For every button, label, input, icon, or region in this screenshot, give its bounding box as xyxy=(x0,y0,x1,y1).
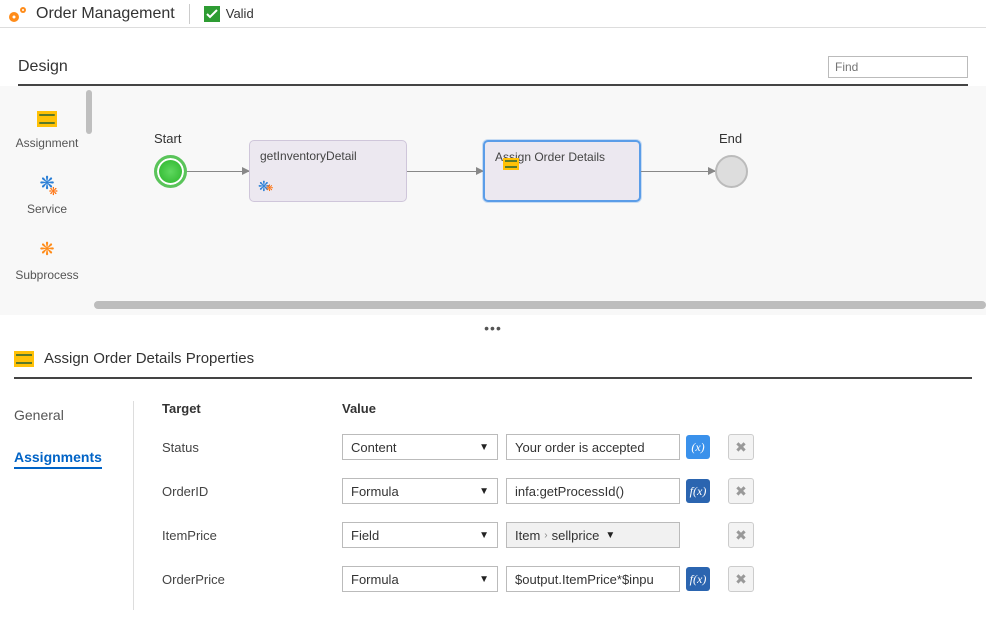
col-value-header: Value xyxy=(342,401,986,416)
palette-subprocess[interactable]: ❋ Subprocess xyxy=(0,240,94,282)
close-icon: ✖ xyxy=(735,528,747,542)
service-icon: ❋❋ xyxy=(258,178,273,195)
type-select[interactable]: Formula ▼ xyxy=(342,566,498,592)
target-name: OrderID xyxy=(162,484,342,499)
start-node[interactable]: Start xyxy=(154,155,187,188)
canvas-area: Assignment ❋ ❋ Service ❋ Subprocess Star… xyxy=(0,86,986,316)
tab-general[interactable]: General xyxy=(14,401,133,443)
assignment-row: Status Content ▼ Your order is accepted … xyxy=(162,434,986,460)
assignment-row: OrderID Formula ▼ infa:getProcessId() f(… xyxy=(162,478,986,504)
close-icon: ✖ xyxy=(735,440,747,454)
target-name: ItemPrice xyxy=(162,528,342,543)
target-name: Status xyxy=(162,440,342,455)
close-icon: ✖ xyxy=(735,572,747,586)
delete-button[interactable]: ✖ xyxy=(728,522,754,548)
delete-button[interactable]: ✖ xyxy=(728,478,754,504)
assignments-form: Target Value Status Content ▼ Your order… xyxy=(134,401,986,610)
delete-button[interactable]: ✖ xyxy=(728,434,754,460)
arrow-icon xyxy=(407,171,483,172)
formula-button[interactable]: f(x) xyxy=(686,567,710,591)
check-icon xyxy=(204,6,220,22)
assignment-row: ItemPrice Field ▼ Item › sellprice ▼ ✖ xyxy=(162,522,986,548)
arrow-icon xyxy=(641,171,715,172)
value-input[interactable]: infa:getProcessId() xyxy=(506,478,680,504)
resize-handle[interactable]: ••• xyxy=(0,316,986,342)
find-input[interactable] xyxy=(828,56,968,78)
chevron-down-icon: ▼ xyxy=(479,530,489,541)
properties-body: General Assignments Target Value Status … xyxy=(0,379,986,620)
arrow-icon xyxy=(187,171,249,172)
canvas-scrollbar[interactable] xyxy=(94,301,986,309)
gear-small-icon: ❋ xyxy=(49,185,58,198)
chevron-down-icon: ▼ xyxy=(605,530,615,541)
app-header: Order Management Valid xyxy=(0,0,986,28)
close-icon: ✖ xyxy=(735,484,747,498)
properties-title: Assign Order Details Properties xyxy=(44,350,254,367)
expression-button[interactable]: (x) xyxy=(686,435,710,459)
start-circle-icon xyxy=(154,155,187,188)
page-icon xyxy=(8,5,30,23)
chevron-right-icon: › xyxy=(544,530,547,541)
step-get-inventory[interactable]: getInventoryDetail ❋❋ xyxy=(249,140,407,202)
palette-scrollbar[interactable] xyxy=(86,90,92,134)
palette-service[interactable]: ❋ ❋ Service xyxy=(0,174,94,216)
value-input[interactable]: $output.ItemPrice*$inpu xyxy=(506,566,680,592)
subprocess-icon: ❋ xyxy=(39,239,54,259)
target-name: OrderPrice xyxy=(162,572,342,587)
tab-assignments[interactable]: Assignments xyxy=(14,443,102,469)
properties-header: Assign Order Details Properties xyxy=(0,342,986,371)
field-picker[interactable]: Item › sellprice ▼ xyxy=(506,522,680,548)
design-label: Design xyxy=(18,58,68,76)
type-select[interactable]: Field ▼ xyxy=(342,522,498,548)
page-title: Order Management xyxy=(36,5,175,23)
chevron-down-icon: ▼ xyxy=(479,574,489,585)
assignment-icon xyxy=(37,111,57,127)
assignment-icon xyxy=(503,158,519,170)
assignment-row: OrderPrice Formula ▼ $output.ItemPrice*$… xyxy=(162,566,986,592)
design-toolbar: Design xyxy=(0,56,986,78)
palette: Assignment ❋ ❋ Service ❋ Subprocess xyxy=(0,86,94,315)
properties-tabs: General Assignments xyxy=(14,401,134,610)
assignment-icon xyxy=(14,351,34,367)
validation-status: Valid xyxy=(204,6,254,22)
flow-canvas[interactable]: Start getInventoryDetail ❋❋ Assign Order… xyxy=(94,86,986,315)
delete-button[interactable]: ✖ xyxy=(728,566,754,592)
type-select[interactable]: Content ▼ xyxy=(342,434,498,460)
end-circle-icon xyxy=(715,155,748,188)
palette-assignment[interactable]: Assignment xyxy=(0,108,94,150)
formula-button[interactable]: f(x) xyxy=(686,479,710,503)
type-select[interactable]: Formula ▼ xyxy=(342,478,498,504)
chevron-down-icon: ▼ xyxy=(479,442,489,453)
separator xyxy=(189,4,190,24)
chevron-down-icon: ▼ xyxy=(479,486,489,497)
col-target-header: Target xyxy=(162,401,342,416)
value-input[interactable]: Your order is accepted xyxy=(506,434,680,460)
status-text: Valid xyxy=(226,6,254,21)
end-node[interactable]: End xyxy=(715,155,748,188)
step-assign-order-details[interactable]: Assign Order Details xyxy=(483,140,641,202)
